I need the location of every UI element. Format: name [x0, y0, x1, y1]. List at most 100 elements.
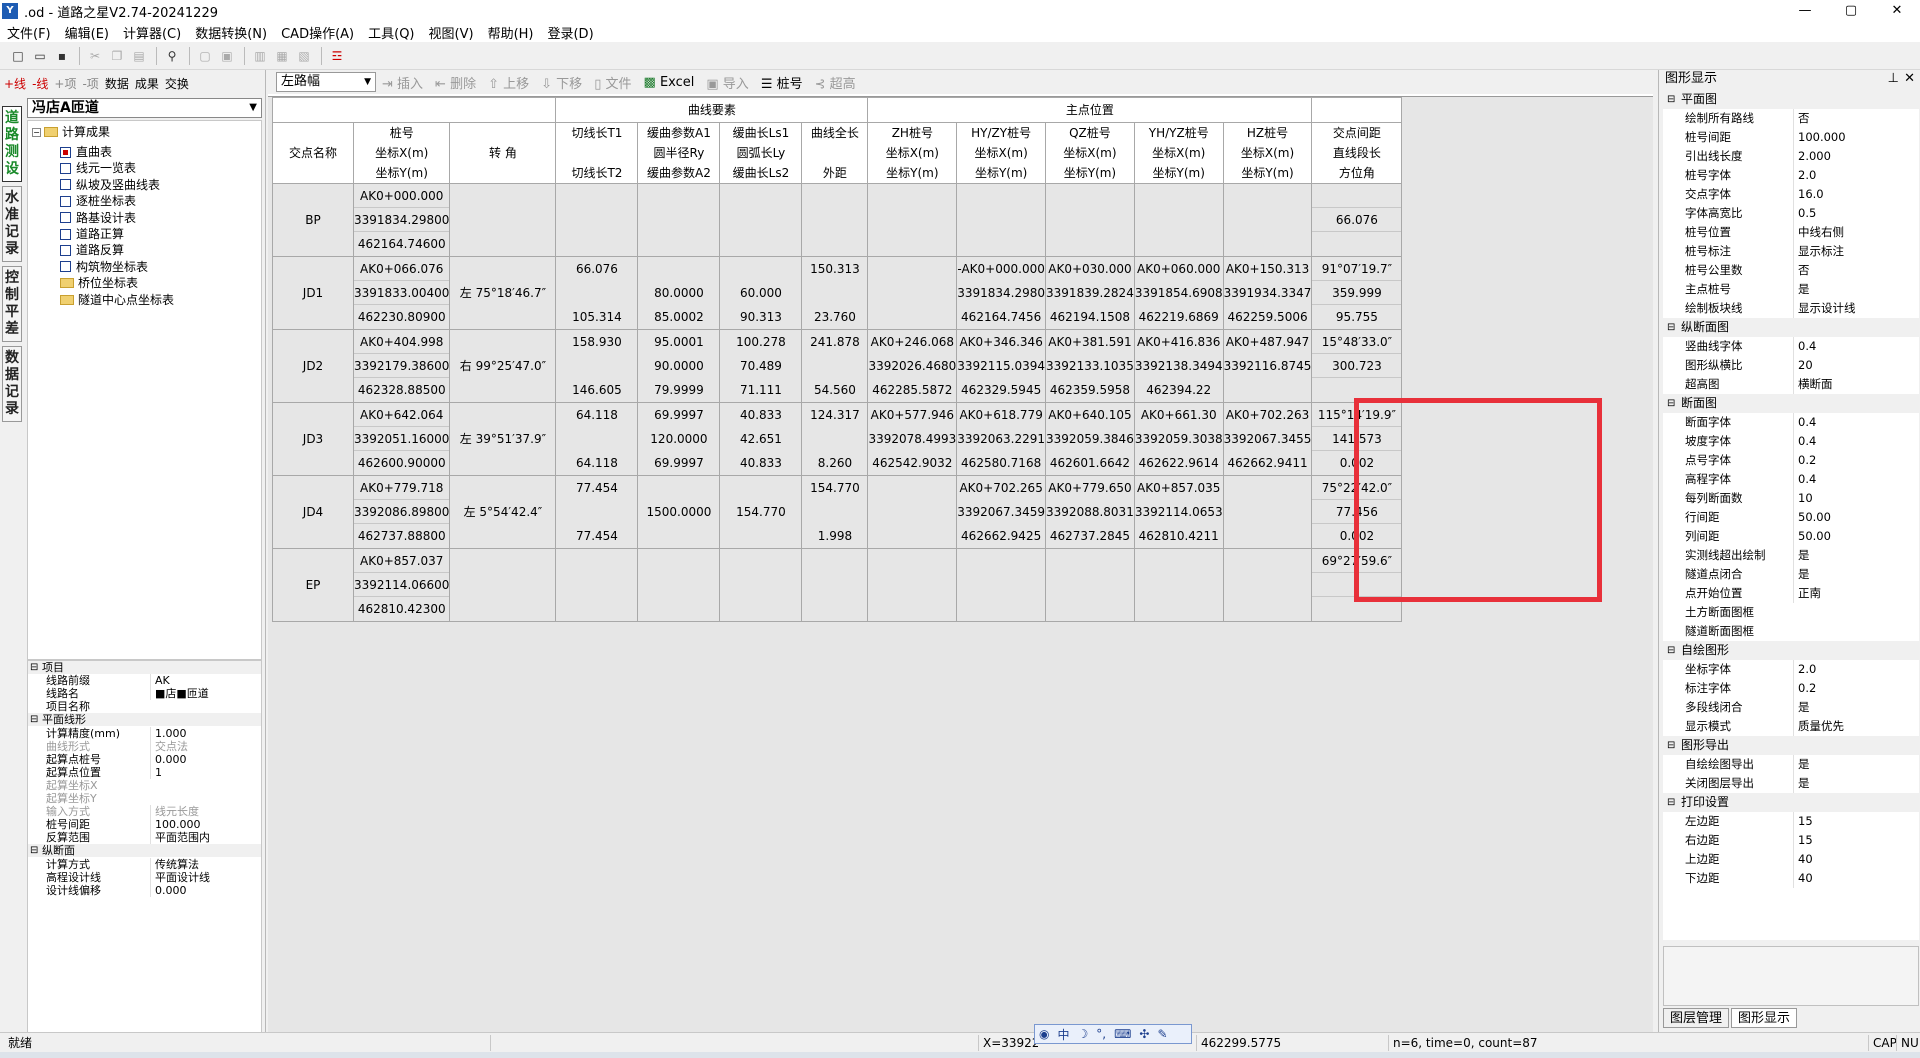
tree-root[interactable]: − 计算成果 — [32, 123, 110, 141]
collapse-icon[interactable]: ⊟ — [1667, 394, 1675, 413]
property-row[interactable]: 线路名 ■店■匝道 — [28, 687, 261, 701]
panel-tab-0[interactable]: 图层管理 — [1663, 1008, 1730, 1028]
property-value[interactable]: ■店■匝道 — [150, 687, 260, 701]
property-row[interactable]: 点号字体 0.2 — [1663, 451, 1919, 470]
property-row[interactable]: 断面字体 0.4 — [1663, 413, 1919, 432]
property-value[interactable]: 15 — [1793, 831, 1919, 850]
collapse-icon[interactable]: ⊟ — [30, 713, 38, 726]
property-value[interactable]: 否 — [1793, 109, 1919, 128]
property-category[interactable]: ⊟ 平面线形 — [28, 713, 261, 727]
property-value[interactable]: 中线右侧 — [1793, 223, 1919, 242]
checkbox-icon[interactable] — [60, 146, 71, 158]
property-value[interactable]: 50.00 — [1793, 508, 1919, 527]
property-row[interactable]: 点开始位置 正南 — [1663, 584, 1919, 603]
property-value[interactable]: 否 — [1793, 261, 1919, 280]
property-value[interactable]: 20 — [1793, 356, 1919, 375]
ime-logo-icon[interactable]: ◉ — [1039, 1027, 1049, 1041]
checkbox-icon[interactable] — [60, 261, 71, 273]
ime-button[interactable]: ⌨ — [1114, 1027, 1131, 1041]
checkbox-icon[interactable] — [60, 228, 71, 240]
property-value[interactable]: 是 — [1793, 565, 1919, 584]
property-value[interactable]: 质量优先 — [1793, 717, 1919, 736]
swap-button[interactable]: 交换 — [165, 75, 189, 92]
table-row[interactable]: JD1 AK0+066.076 3391833.00400 462230.80900 左… — [272, 256, 1403, 330]
property-row[interactable]: 交点字体 16.0 — [1663, 185, 1919, 204]
property-row[interactable]: 自绘绘图导出 是 — [1663, 755, 1919, 774]
table-row[interactable]: EP AK0+857.037 3392114.06600 462810.42300 69… — [272, 548, 1403, 622]
close-button[interactable]: ✕ — [1874, 0, 1920, 22]
tree-item[interactable]: 路基设计表 — [60, 209, 136, 227]
find-icon[interactable]: ⚲ — [162, 46, 182, 66]
menu-item-7[interactable]: 帮助(H) — [481, 23, 541, 42]
property-value[interactable]: 显示设计线 — [1793, 299, 1919, 318]
tree-item[interactable]: 道路反算 — [60, 241, 124, 259]
minimize-button[interactable]: — — [1782, 0, 1828, 22]
property-value[interactable]: 0.2 — [1793, 679, 1919, 698]
property-row[interactable]: 设计线偏移 0.000 — [28, 883, 261, 897]
collapse-icon[interactable]: ⊟ — [1667, 90, 1675, 109]
ime-button[interactable]: ✣ — [1139, 1027, 1149, 1041]
save-icon[interactable]: ▪ — [52, 46, 72, 66]
property-category[interactable]: ⊟ 平面图 — [1663, 90, 1919, 109]
menu-item-5[interactable]: 工具(Q) — [361, 23, 421, 42]
print-preview-icon[interactable]: ▢ — [195, 46, 215, 66]
property-row[interactable]: 反算范围 平面范围内 — [28, 831, 261, 845]
property-value[interactable]: 2.0 — [1793, 660, 1919, 679]
property-value[interactable]: 显示标注 — [1793, 242, 1919, 261]
menu-item-2[interactable]: 计算器(C) — [116, 23, 188, 42]
layout3-icon[interactable]: ▧ — [294, 46, 314, 66]
property-row[interactable]: 图形纵横比 20 — [1663, 356, 1919, 375]
property-value[interactable]: 15 — [1793, 812, 1919, 831]
property-row[interactable]: 下边距 40 — [1663, 869, 1919, 888]
property-value[interactable]: 平面设计线 — [150, 870, 260, 884]
superelevation-button[interactable]: ⊰ 超高 — [815, 73, 856, 92]
insert-button[interactable]: ⇥ 插入 — [382, 73, 423, 92]
property-row[interactable]: 起算点桩号 0.000 — [28, 752, 261, 766]
property-category[interactable]: ⊟ 纵断面 — [28, 844, 261, 858]
property-value[interactable]: 0.4 — [1793, 470, 1919, 489]
property-value[interactable]: 1 — [150, 765, 260, 779]
property-row[interactable]: 列间距 50.00 — [1663, 527, 1919, 546]
tree-item[interactable]: 隧道中心点坐标表 — [60, 291, 174, 309]
property-row[interactable]: 输入方式 线元长度 — [28, 805, 261, 819]
menu-item-6[interactable]: 视图(V) — [422, 23, 481, 42]
collapse-icon[interactable]: ⊟ — [30, 661, 38, 674]
vtab-3[interactable]: 数据记录 — [2, 346, 22, 422]
property-row[interactable]: 引出线长度 2.000 — [1663, 147, 1919, 166]
table-row[interactable]: JD2 AK0+404.998 3392179.38600 462328.88500 右… — [272, 329, 1403, 403]
property-row[interactable]: 坐标字体 2.0 — [1663, 660, 1919, 679]
property-row[interactable]: 桩号公里数 否 — [1663, 261, 1919, 280]
property-value[interactable]: 是 — [1793, 546, 1919, 565]
move-down-button[interactable]: ⇩ 下移 — [541, 73, 582, 92]
property-value[interactable]: 是 — [1793, 755, 1919, 774]
property-row[interactable]: 显示模式 质量优先 — [1663, 717, 1919, 736]
property-row[interactable]: 每列断面数 10 — [1663, 489, 1919, 508]
file-button[interactable]: ▯ 文件 — [594, 73, 631, 92]
tree-item[interactable]: 线元一览表 — [60, 159, 136, 177]
property-row[interactable]: 上边距 40 — [1663, 850, 1919, 869]
property-row[interactable]: 起算坐标X — [28, 779, 261, 792]
table-row[interactable]: BP AK0+000.000 3391834.29800 462164.74600 66… — [272, 183, 1403, 257]
menu-item-0[interactable]: 文件(F) — [0, 23, 58, 42]
property-row[interactable]: 计算方式 传统算法 — [28, 857, 261, 871]
property-category[interactable]: ⊟ 打印设置 — [1663, 793, 1919, 812]
property-value[interactable]: 交点法 — [150, 739, 260, 753]
property-value[interactable]: 0.4 — [1793, 337, 1919, 356]
tree-item[interactable]: 构筑物坐标表 — [60, 258, 148, 276]
property-row[interactable]: 桩号位置 中线右侧 — [1663, 223, 1919, 242]
property-row[interactable]: 高程字体 0.4 — [1663, 470, 1919, 489]
property-value[interactable]: 0.4 — [1793, 432, 1919, 451]
property-row[interactable]: 起算坐标Y — [28, 792, 261, 805]
collapse-icon[interactable]: ⊟ — [1667, 641, 1675, 660]
property-value[interactable]: 2.0 — [1793, 166, 1919, 185]
property-row[interactable]: 线路前缀 AK — [28, 674, 261, 688]
property-category[interactable]: ⊟ 自绘图形 — [1663, 641, 1919, 660]
property-row[interactable]: 隧道点闭合 是 — [1663, 565, 1919, 584]
collapse-icon[interactable]: − — [32, 127, 41, 137]
tree-item[interactable]: 逐桩坐标表 — [60, 192, 136, 210]
vtab-2[interactable]: 控制平差 — [2, 266, 22, 342]
menu-item-1[interactable]: 编辑(E) — [58, 23, 116, 42]
property-value[interactable]: 16.0 — [1793, 185, 1919, 204]
property-value[interactable]: 10 — [1793, 489, 1919, 508]
property-row[interactable]: 字体高宽比 0.5 — [1663, 204, 1919, 223]
